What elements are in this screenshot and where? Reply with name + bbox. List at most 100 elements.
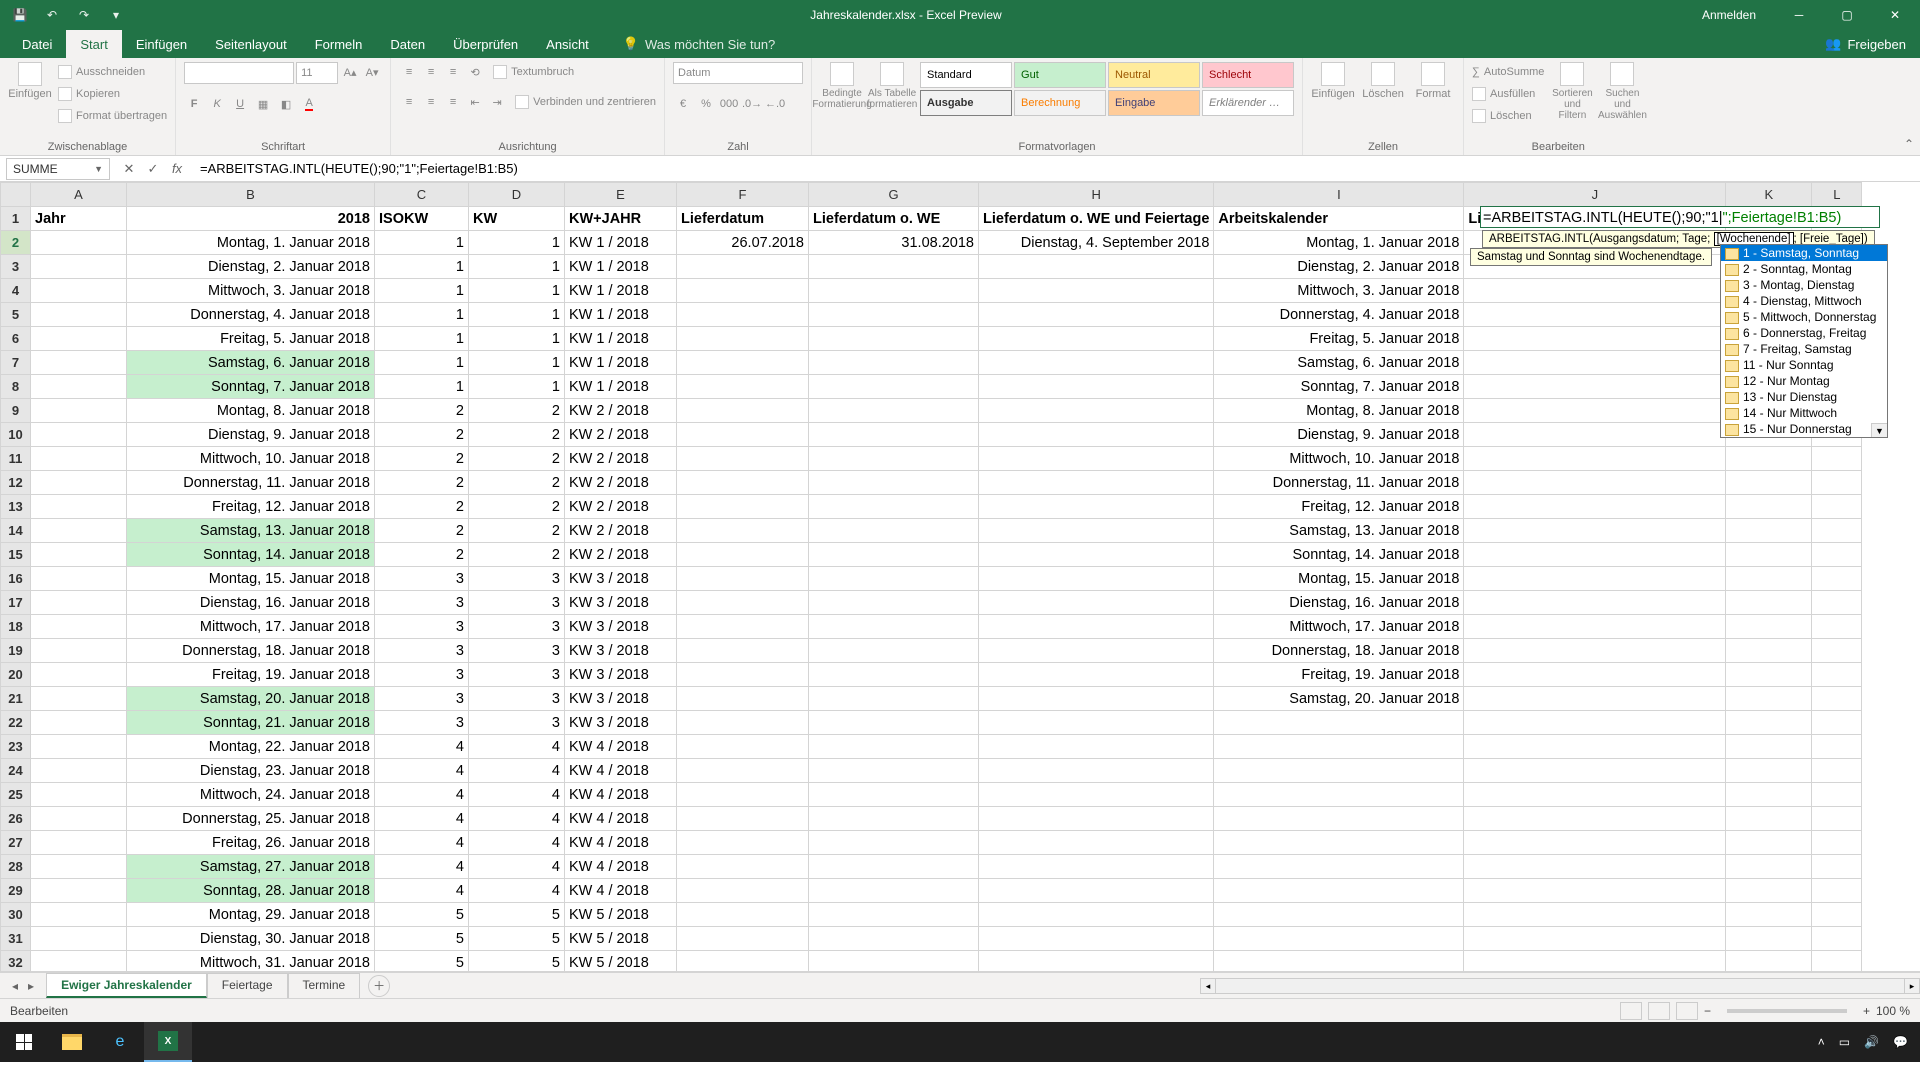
sort-filter-button[interactable]: Sortieren und Filtern (1550, 62, 1594, 121)
font-size-combo[interactable] (296, 62, 338, 84)
cell[interactable] (1812, 519, 1862, 543)
cell[interactable]: 3 (469, 639, 565, 663)
cell[interactable]: 4 (469, 879, 565, 903)
normal-view-icon[interactable] (1620, 1002, 1642, 1020)
row-header-13[interactable]: 13 (1, 495, 31, 519)
cell[interactable]: Mittwoch, 3. Januar 2018 (1214, 279, 1464, 303)
ribbon-tab-überprüfen[interactable]: Überprüfen (439, 30, 532, 58)
row-header-23[interactable]: 23 (1, 735, 31, 759)
cell[interactable]: KW 3 / 2018 (565, 591, 677, 615)
paste-button[interactable]: Einfügen (8, 62, 52, 100)
cell[interactable]: 4 (469, 855, 565, 879)
cell[interactable] (1214, 735, 1464, 759)
cell[interactable] (31, 279, 127, 303)
cell[interactable]: KW 4 / 2018 (565, 855, 677, 879)
cell[interactable] (1726, 711, 1812, 735)
cell[interactable]: KW 1 / 2018 (565, 327, 677, 351)
cell[interactable] (979, 519, 1214, 543)
cell[interactable]: Sonntag, 14. Januar 2018 (1214, 543, 1464, 567)
row-header-9[interactable]: 9 (1, 399, 31, 423)
cell[interactable]: 4 (469, 759, 565, 783)
sheet-nav-last-icon[interactable]: ▸ (28, 979, 34, 993)
cell[interactable]: 1 (469, 255, 565, 279)
cell[interactable]: 3 (469, 687, 565, 711)
cell[interactable]: Dienstag, 23. Januar 2018 (127, 759, 375, 783)
cell[interactable] (1464, 399, 1726, 423)
cell[interactable] (1214, 879, 1464, 903)
cell[interactable] (31, 591, 127, 615)
cell[interactable] (979, 279, 1214, 303)
row-header-12[interactable]: 12 (1, 471, 31, 495)
tray-action-center-icon[interactable]: 💬 (1893, 1035, 1908, 1049)
cell[interactable]: KW 5 / 2018 (565, 927, 677, 951)
cell[interactable]: 4 (469, 831, 565, 855)
cell[interactable]: KW 3 / 2018 (565, 615, 677, 639)
cell[interactable] (1812, 903, 1862, 927)
cell[interactable] (979, 855, 1214, 879)
cell[interactable] (1812, 807, 1862, 831)
undo-icon[interactable]: ↶ (40, 3, 64, 27)
cell[interactable] (677, 759, 809, 783)
cell[interactable] (979, 375, 1214, 399)
cell[interactable]: Freitag, 5. Januar 2018 (127, 327, 375, 351)
cell[interactable]: Mittwoch, 24. Januar 2018 (127, 783, 375, 807)
autocomplete-item[interactable]: 2 - Sonntag, Montag (1721, 261, 1887, 277)
align-bottom-icon[interactable]: ≡ (443, 62, 463, 82)
row-header-11[interactable]: 11 (1, 447, 31, 471)
cell[interactable] (31, 855, 127, 879)
row-header-16[interactable]: 16 (1, 567, 31, 591)
cell[interactable] (979, 759, 1214, 783)
cell[interactable] (31, 783, 127, 807)
cell[interactable] (1726, 447, 1812, 471)
cell[interactable]: 4 (375, 759, 469, 783)
cell[interactable] (677, 735, 809, 759)
cell[interactable]: 2 (375, 495, 469, 519)
close-icon[interactable]: ✕ (1872, 0, 1918, 30)
row-header-7[interactable]: 7 (1, 351, 31, 375)
tray-volume-icon[interactable]: 🔊 (1864, 1035, 1879, 1049)
qat-customize-icon[interactable]: ▾ (104, 3, 128, 27)
cell[interactable]: 2 (375, 519, 469, 543)
cell[interactable] (1464, 375, 1726, 399)
cell[interactable] (1726, 615, 1812, 639)
cell[interactable] (979, 255, 1214, 279)
cell[interactable] (677, 495, 809, 519)
cell[interactable] (809, 423, 979, 447)
cell[interactable]: 5 (375, 903, 469, 927)
cell[interactable]: Sonntag, 21. Januar 2018 (127, 711, 375, 735)
row-header-3[interactable]: 3 (1, 255, 31, 279)
scroll-right-icon[interactable]: ▸ (1904, 978, 1920, 994)
cell[interactable]: KW 1 / 2018 (565, 303, 677, 327)
cell[interactable] (809, 663, 979, 687)
indent-dec-icon[interactable]: ⇤ (465, 92, 485, 112)
dec-decimal-icon[interactable]: ←.0 (765, 94, 785, 114)
cell[interactable]: KW 3 / 2018 (565, 687, 677, 711)
collapse-ribbon-icon[interactable]: ⌃ (1904, 137, 1914, 151)
cell[interactable] (1464, 807, 1726, 831)
column-header-H[interactable]: H (979, 183, 1214, 207)
conditional-format-button[interactable]: Bedingte Formatierung (820, 62, 864, 110)
cell[interactable]: KW 3 / 2018 (565, 567, 677, 591)
cell[interactable]: Montag, 15. Januar 2018 (1214, 567, 1464, 591)
cell[interactable] (1464, 447, 1726, 471)
cell[interactable] (979, 807, 1214, 831)
row-header-24[interactable]: 24 (1, 759, 31, 783)
cell[interactable] (1726, 543, 1812, 567)
cell-styles-gallery[interactable]: Standard Gut Neutral Schlecht Ausgabe Be… (920, 62, 1294, 116)
inc-decimal-icon[interactable]: .0→ (742, 94, 762, 114)
cell[interactable] (1464, 759, 1726, 783)
cell[interactable]: Donnerstag, 25. Januar 2018 (127, 807, 375, 831)
cell[interactable] (809, 327, 979, 351)
row-header-15[interactable]: 15 (1, 543, 31, 567)
cell[interactable]: KW 1 / 2018 (565, 351, 677, 375)
cell[interactable] (1726, 567, 1812, 591)
cell[interactable] (1214, 783, 1464, 807)
cell[interactable]: Freitag, 12. Januar 2018 (127, 495, 375, 519)
format-painter-button[interactable]: Format übertragen (58, 106, 167, 126)
autocomplete-item[interactable]: 11 - Nur Sonntag (1721, 357, 1887, 373)
cell[interactable] (1464, 903, 1726, 927)
cell[interactable]: 5 (469, 903, 565, 927)
sheet-tab[interactable]: Feiertage (207, 973, 288, 998)
minimize-icon[interactable]: ─ (1776, 0, 1822, 30)
row-header-17[interactable]: 17 (1, 591, 31, 615)
